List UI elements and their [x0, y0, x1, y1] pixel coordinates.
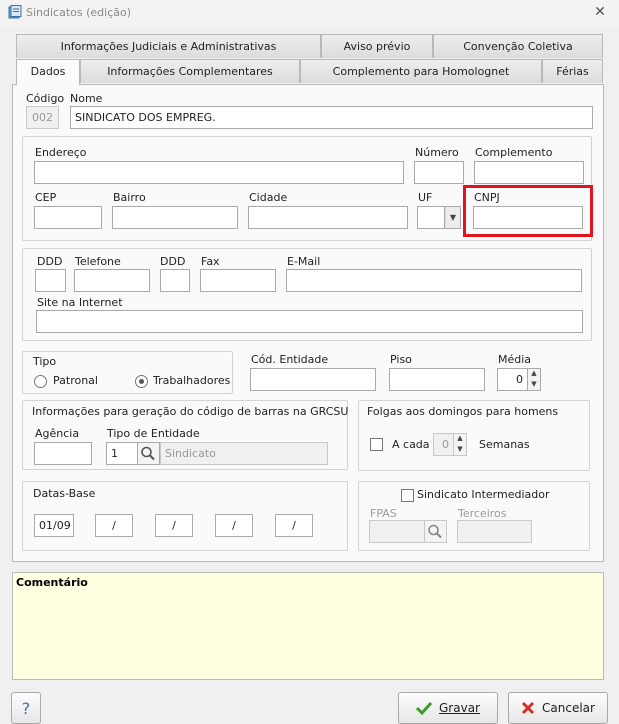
comment-area[interactable]: Comentário	[12, 572, 604, 680]
data-base-4[interactable]: /	[215, 514, 253, 537]
cod-entidade-field[interactable]	[250, 368, 376, 391]
data-base-2[interactable]: /	[95, 514, 133, 537]
trabalhadores-radio[interactable]	[135, 375, 148, 388]
ddd-field[interactable]	[35, 269, 66, 292]
cep-field[interactable]	[34, 206, 102, 229]
uf-select[interactable]	[417, 206, 445, 229]
semanas-label: Semanas	[479, 438, 530, 451]
cnpj-highlight	[463, 185, 593, 237]
app-icon	[8, 5, 22, 19]
tipo-entidade-search-button[interactable]	[138, 442, 160, 465]
save-label: Gravar	[439, 701, 480, 715]
email-field[interactable]	[286, 269, 582, 292]
close-icon[interactable]: ✕	[592, 4, 608, 20]
intermediador-label: Sindicato Intermediador	[417, 488, 550, 501]
fax-label: Fax	[201, 255, 220, 268]
datas-base-title: Datas-Base	[33, 487, 96, 500]
tab-complemento-homolognet[interactable]: Complemento para Homolognet	[300, 59, 542, 83]
tab-dados[interactable]: Dados	[16, 59, 80, 85]
nome-field[interactable]: SINDICATO DOS EMPREG.	[70, 106, 593, 129]
patronal-radio[interactable]	[34, 375, 47, 388]
ddd-label: DDD	[37, 255, 63, 268]
cidade-label: Cidade	[249, 191, 288, 204]
fpas-search-button	[425, 520, 447, 543]
cep-label: CEP	[35, 191, 57, 204]
piso-label: Piso	[390, 353, 412, 366]
endereco-label: Endereço	[35, 146, 87, 159]
folgas-title: Folgas aos domingos para homens	[367, 405, 559, 418]
chevron-down-icon[interactable]: ▼	[445, 206, 461, 229]
cidade-field[interactable]	[248, 206, 408, 229]
fpas-field	[369, 520, 425, 543]
data-base-5[interactable]: /	[275, 514, 313, 537]
endereco-field[interactable]	[34, 161, 404, 184]
fpas-label: FPAS	[370, 507, 397, 520]
tab-ferias[interactable]: Férias	[542, 59, 603, 83]
numero-field[interactable]	[414, 161, 464, 184]
bairro-field[interactable]	[112, 206, 238, 229]
cancel-button[interactable]: Cancelar	[508, 692, 608, 724]
site-label: Site na Internet	[37, 296, 123, 309]
intermediador-checkbox[interactable]	[401, 489, 414, 502]
spin-up-icon[interactable]: ▲	[528, 369, 540, 380]
search-icon	[141, 446, 155, 461]
comment-label: Comentário	[16, 576, 88, 589]
complemento-field[interactable]	[474, 161, 584, 184]
telefone-label: Telefone	[75, 255, 121, 268]
piso-field[interactable]	[389, 368, 485, 391]
a-cada-spinner: ▲ ▼	[454, 433, 467, 456]
dados-panel: Código 002 Nome SINDICATO DOS EMPREG. En…	[12, 84, 604, 562]
terceiros-field	[457, 520, 532, 543]
tipo-entidade-desc: Sindicato	[160, 442, 328, 465]
tab-convencao-coletiva[interactable]: Convenção Coletiva	[433, 34, 603, 58]
data-base-3[interactable]: /	[155, 514, 193, 537]
close-icon	[521, 701, 535, 715]
spin-up-icon: ▲	[457, 434, 463, 442]
email-label: E-Mail	[287, 255, 321, 268]
cod-entidade-label: Cód. Entidade	[251, 353, 329, 366]
media-label: Média	[498, 353, 532, 366]
agencia-field[interactable]	[34, 442, 92, 465]
patronal-label: Patronal	[53, 374, 98, 387]
media-field[interactable]: 0	[497, 368, 528, 391]
tab-informacoes-judiciais[interactable]: Informações Judiciais e Administrativas	[16, 34, 321, 58]
search-icon	[428, 524, 442, 539]
grcsu-title: Informações para geração do código de ba…	[32, 405, 349, 418]
media-spinner[interactable]: ▲ ▼	[528, 368, 541, 391]
a-cada-checkbox[interactable]	[370, 438, 383, 451]
uf-label: UF	[418, 191, 433, 204]
tipo-entidade-label: Tipo de Entidade	[107, 427, 200, 440]
nome-label: Nome	[70, 92, 103, 105]
ddd-fax-label: DDD	[160, 255, 186, 268]
fax-field[interactable]	[200, 269, 276, 292]
tipo-label: Tipo	[33, 355, 57, 368]
site-field[interactable]	[36, 310, 583, 333]
agencia-label: Agência	[35, 427, 80, 440]
tab-aviso-previo[interactable]: Aviso prévio	[321, 34, 433, 58]
save-button[interactable]: Gravar	[398, 692, 498, 724]
a-cada-label: A cada	[392, 438, 430, 451]
tipo-entidade-field[interactable]: 1	[106, 442, 138, 465]
codigo-label: Código	[26, 92, 65, 105]
spin-down-icon[interactable]: ▼	[528, 380, 540, 391]
window-title: Sindicatos (edição)	[26, 6, 132, 19]
codigo-field: 002	[26, 106, 59, 129]
checkmark-icon	[416, 701, 432, 715]
help-button[interactable]: ?	[11, 692, 41, 724]
spin-down-icon: ▼	[457, 444, 463, 453]
telefone-field[interactable]	[74, 269, 150, 292]
trabalhadores-label: Trabalhadores	[153, 374, 231, 387]
cancel-label: Cancelar	[542, 701, 595, 715]
a-cada-field: 0	[433, 433, 454, 456]
tab-informacoes-complementares[interactable]: Informações Complementares	[80, 59, 300, 83]
terceiros-label: Terceiros	[458, 507, 507, 520]
data-base-1[interactable]: 01/09	[34, 514, 74, 537]
bairro-label: Bairro	[113, 191, 146, 204]
numero-label: Número	[415, 146, 459, 159]
ddd-fax-field[interactable]	[160, 269, 190, 292]
complemento-label: Complemento	[475, 146, 553, 159]
